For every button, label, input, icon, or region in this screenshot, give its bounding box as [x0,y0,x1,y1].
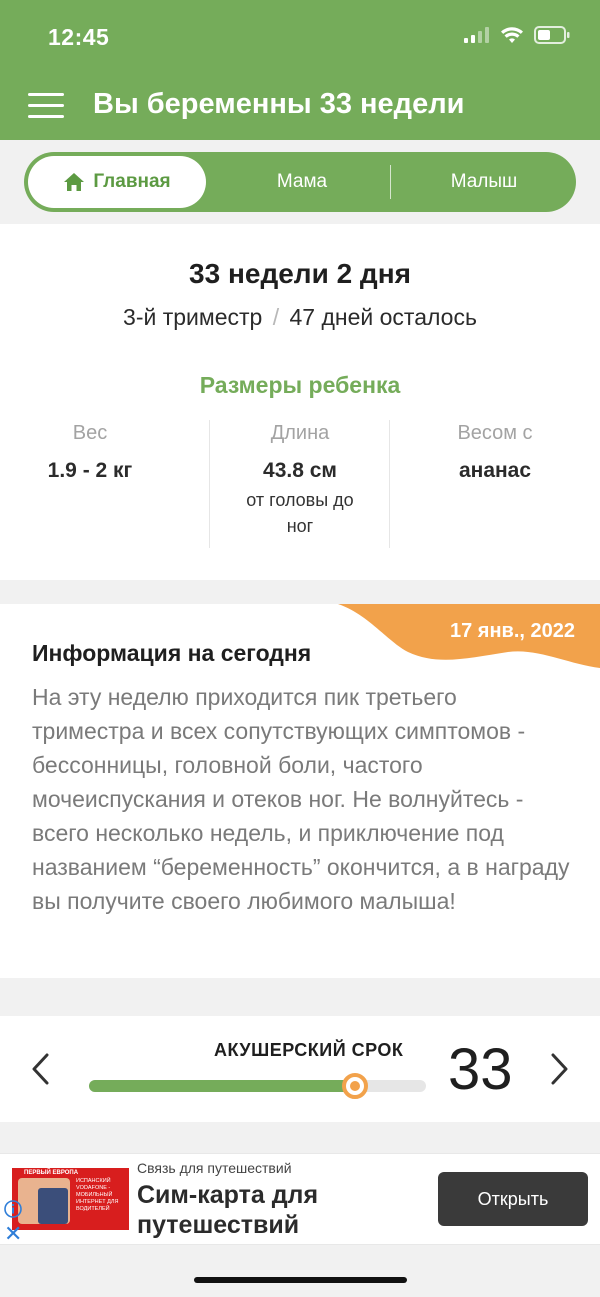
app-header: 12:45 Вы беременны 33 недели [0,0,600,140]
tab-home-label: Главная [93,171,171,192]
info-date: 17 янв., 2022 [449,620,575,642]
subtitle-separator: / [272,304,280,330]
metric-label: Длина [270,422,330,444]
ad-image-brand: ПЕРВЫЙ ЕВРОПА [24,1170,79,1176]
metric-label: Весом с [457,422,533,444]
ad-open-button[interactable]: Открыть [438,1172,588,1226]
slider-fill [89,1080,356,1092]
week-title: 33 недели 2 дня [189,258,411,289]
wifi-icon [501,27,523,43]
tab-baby[interactable]: Малыш [392,152,576,212]
home-indicator [194,1277,407,1283]
metric-value: ананас [458,459,532,482]
days-left-text: 47 дней осталось [289,304,477,330]
status-time: 12:45 [48,24,110,50]
term-week-number: 33 [448,1037,513,1102]
page-title: Вы беременны 33 недели [93,88,465,120]
tab-bar: Главная Мама Малыш [24,152,576,212]
trimester-text: 3-й триместр [123,304,263,330]
info-title: Информация на сегодня [32,640,312,666]
ad-headline[interactable]: Сим-карта для путешествий [137,1180,427,1240]
ad-image-text: ИСПАНСКИЙ VODAFONE - МОБИЛЬНЫЙ ИНТЕРНЕТ … [76,1178,119,1212]
status-icons [464,26,570,44]
ad-photo-laptop [38,1188,68,1224]
home-icon [64,173,85,191]
slider-handle[interactable] [342,1073,369,1099]
metric-weight: Вес 1.9 - 2 кг [0,422,180,483]
metric-value: 1.9 - 2 кг [47,459,133,482]
term-label: АКУШЕРСКИЙ СРОК [214,1040,404,1060]
tab-strip: Главная Мама Малыш [0,140,600,224]
ad-banner[interactable]: ПЕРВЫЙ ЕВРОПА ИСПАНСКИЙ VODAFONE - МОБИЛ… [0,1153,600,1245]
metric-note: от головы до ног [246,490,354,536]
tab-divider [390,165,391,199]
info-body: На эту неделю приходится пик третьего тр… [32,684,570,914]
previous-week-icon[interactable] [30,1052,50,1086]
next-week-icon[interactable] [550,1052,570,1086]
ad-image[interactable]: ПЕРВЫЙ ЕВРОПА ИСПАНСКИЙ VODAFONE - МОБИЛ… [12,1168,129,1230]
week-card: 33 недели 2 дня 3-й триместр / 47 дней о… [0,224,600,580]
menu-icon[interactable] [28,93,64,119]
metric-length: Длина 43.8 см от головы до ног [210,422,390,539]
metric-value: 43.8 см [263,459,337,482]
ad-sponsor: Связь для путешествий [137,1160,292,1176]
metric-divider [389,420,390,548]
week-slider[interactable] [89,1073,426,1099]
baby-sizes-title: Размеры ребенка [199,372,401,398]
week-subtitle: 3-й триместр / 47 дней осталось [0,304,600,331]
ad-close-icon[interactable]: ✕ [4,1223,22,1245]
metric-size-comparison: Весом с ананас [405,422,585,483]
metric-label: Вес [72,422,108,444]
tab-home[interactable]: Главная [28,156,206,208]
ad-info-icon[interactable] [4,1200,22,1218]
battery-icon [534,26,570,44]
term-card: АКУШЕРСКИЙ СРОК 33 [0,1016,600,1122]
signal-icon [464,27,489,43]
tab-mom[interactable]: Мама [214,152,390,212]
info-card: 17 янв., 2022 Информация на сегодня На э… [0,604,600,978]
